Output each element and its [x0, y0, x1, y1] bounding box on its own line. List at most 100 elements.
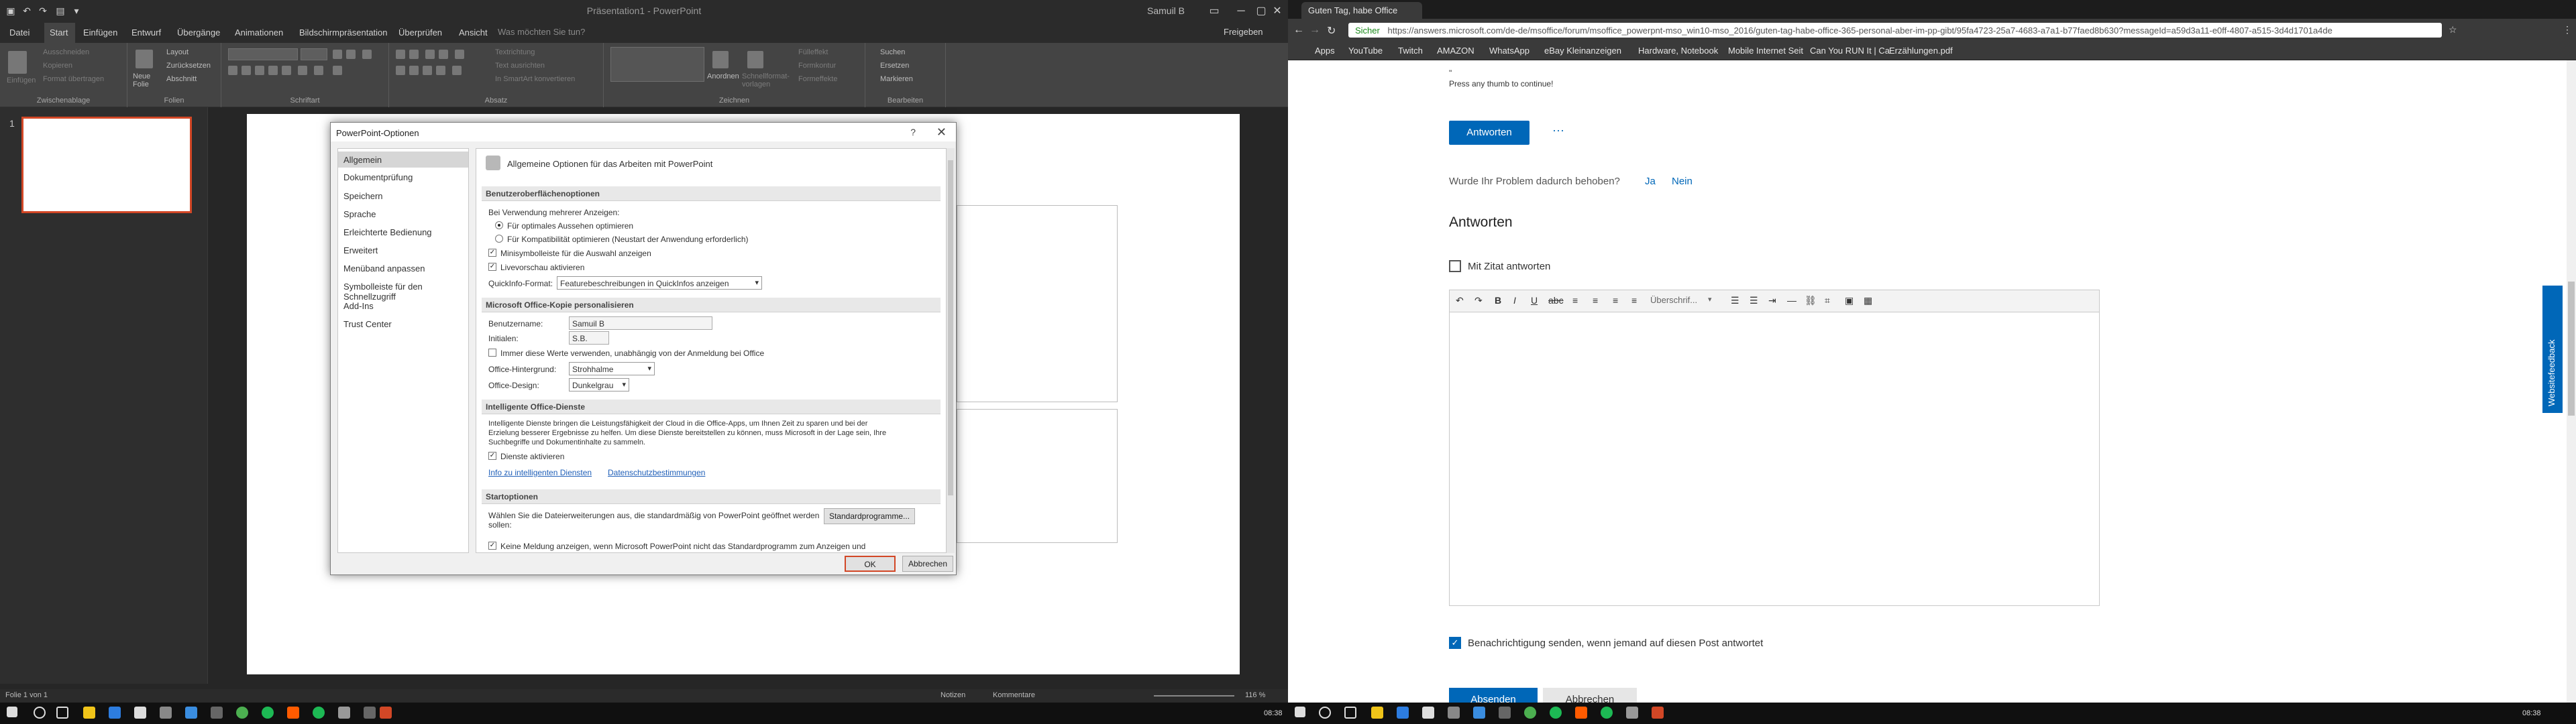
- numbering-icon[interactable]: [409, 50, 419, 59]
- nav-language[interactable]: Sprache: [338, 206, 468, 222]
- image-icon[interactable]: ▣: [1845, 295, 1854, 306]
- share-button[interactable]: Freigeben: [1224, 27, 1263, 37]
- app-icon-7[interactable]: [1448, 707, 1460, 719]
- font-size-select[interactable]: [301, 48, 327, 60]
- no-default-msg-label[interactable]: Keine Meldung anzeigen, wenn Microsoft P…: [500, 542, 865, 551]
- zoom-slider[interactable]: [1154, 695, 1234, 697]
- answer-yes-link[interactable]: Ja: [1645, 176, 1656, 187]
- justify-icon[interactable]: [436, 66, 445, 75]
- bookmark-pdf[interactable]: Erzählungen.pdf: [1889, 46, 1953, 56]
- replace-button[interactable]: Ersetzen: [880, 62, 909, 70]
- justify-icon[interactable]: ≡: [1631, 295, 1637, 306]
- align-right-icon[interactable]: ≡: [1613, 295, 1618, 306]
- always-use-label[interactable]: Immer diese Werte verwenden, unabhängig …: [500, 349, 764, 358]
- windows-start-icon[interactable]: [7, 707, 17, 717]
- nav-quick-access[interactable]: Symbolleiste für den Schnellzugriff: [338, 278, 468, 302]
- table-icon[interactable]: ▦: [1864, 295, 1872, 306]
- spotify-icon[interactable]: [262, 707, 274, 719]
- user-name[interactable]: Samuil B: [1147, 5, 1185, 16]
- nav-advanced[interactable]: Erweitert: [338, 242, 468, 258]
- task-view-icon[interactable]: [56, 707, 68, 719]
- layout-button[interactable]: Layout: [166, 48, 189, 56]
- close-icon[interactable]: ✕: [1264, 3, 1288, 20]
- firefox-icon-2[interactable]: [1575, 707, 1587, 719]
- numbered-list-icon[interactable]: ☰: [1750, 295, 1758, 306]
- bullet-list-icon[interactable]: ☰: [1731, 295, 1739, 306]
- link-icon[interactable]: ⛓: [1805, 295, 1817, 306]
- shrink-font-icon[interactable]: [346, 50, 356, 59]
- radio-optimal[interactable]: [495, 221, 503, 229]
- tab-animations[interactable]: Animationen: [235, 27, 283, 38]
- minitoolbar-label[interactable]: Minisymbolleiste für die Auswahl anzeige…: [500, 249, 651, 258]
- underline-icon[interactable]: [255, 66, 264, 75]
- shape-fill-button[interactable]: Fülleffekt: [798, 48, 828, 56]
- reload-icon[interactable]: ↻: [1327, 24, 1336, 38]
- default-programs-button[interactable]: Standardprogramme...: [824, 508, 915, 524]
- shapes-gallery[interactable]: [610, 47, 704, 82]
- windows-start-icon-2[interactable]: [1295, 707, 1305, 717]
- bold-icon[interactable]: [228, 66, 237, 75]
- shape-outline-button[interactable]: Formkontur: [798, 62, 836, 70]
- align-center-icon[interactable]: [409, 66, 419, 75]
- edge-icon[interactable]: [109, 707, 121, 719]
- app-icon-8[interactable]: [1473, 707, 1485, 719]
- tab-view[interactable]: Ansicht: [459, 27, 488, 38]
- text-direction-button[interactable]: Textrichtung: [495, 48, 535, 56]
- nav-save[interactable]: Speichern: [338, 188, 468, 204]
- notes-button[interactable]: Notizen: [941, 691, 965, 699]
- link-smart-info[interactable]: Info zu intelligenten Diensten: [488, 468, 592, 477]
- hr-icon[interactable]: ―: [1787, 295, 1796, 306]
- help-icon[interactable]: ?: [910, 127, 916, 137]
- app-icon-2[interactable]: [185, 707, 197, 719]
- new-slide-icon[interactable]: [136, 50, 153, 68]
- paste-icon[interactable]: [8, 51, 27, 74]
- bookmark-star-icon[interactable]: ☆: [2449, 24, 2457, 36]
- reply-button[interactable]: Antworten: [1449, 121, 1529, 145]
- username-field[interactable]: Samuil B: [569, 316, 712, 330]
- enable-services-label[interactable]: Dienste aktivieren: [500, 452, 564, 461]
- background-select[interactable]: Strohhalme: [569, 362, 655, 375]
- select-button[interactable]: Markieren: [880, 75, 913, 83]
- more-actions-icon[interactable]: ···: [1552, 123, 1564, 137]
- change-case-icon[interactable]: [314, 66, 323, 75]
- bookmark-hardware[interactable]: Hardware, Notebook: [1638, 46, 1718, 56]
- nav-trust-center[interactable]: Trust Center: [338, 316, 468, 332]
- radio-compat-label[interactable]: Für Kompatibilität optimieren (Neustart …: [507, 235, 749, 244]
- answer-no-link[interactable]: Nein: [1672, 176, 1693, 187]
- checkbox-always-use[interactable]: [488, 349, 496, 357]
- initials-field[interactable]: S.B.: [569, 331, 609, 345]
- ribbon-display-icon[interactable]: ▭: [1201, 3, 1228, 20]
- bookmark-canyourun[interactable]: Can You RUN It | Ca: [1810, 46, 1890, 56]
- chrome-taskbar-icon[interactable]: [236, 707, 248, 719]
- new-slide-button[interactable]: Neue Folie: [133, 72, 160, 88]
- arrange-icon[interactable]: [712, 51, 729, 68]
- line-spacing-icon[interactable]: [455, 50, 464, 59]
- find-button[interactable]: Suchen: [880, 48, 905, 56]
- align-right-icon[interactable]: [423, 66, 432, 75]
- checkbox-no-default-msg[interactable]: ✓: [488, 542, 496, 550]
- columns-icon[interactable]: [452, 66, 462, 75]
- tab-slideshow[interactable]: Bildschirmpräsentation: [299, 27, 388, 38]
- comments-button[interactable]: Kommentare: [993, 691, 1035, 699]
- nav-proofing[interactable]: Dokumentprüfung: [338, 169, 468, 185]
- chrome-menu-icon[interactable]: ⋮: [2563, 24, 2572, 36]
- store-icon[interactable]: [134, 707, 146, 719]
- bullets-icon[interactable]: [396, 50, 405, 59]
- reply-editor[interactable]: [1449, 312, 2100, 606]
- align-center-icon[interactable]: ≡: [1593, 295, 1598, 306]
- quick-styles-icon[interactable]: [747, 51, 763, 68]
- nav-general[interactable]: Allgemein: [338, 152, 468, 168]
- char-spacing-icon[interactable]: [298, 66, 307, 75]
- grow-font-icon[interactable]: [333, 50, 342, 59]
- design-select[interactable]: Dunkelgrau: [569, 378, 629, 391]
- app-icon-4[interactable]: [313, 707, 325, 719]
- format-dropdown[interactable]: Überschrif...: [1650, 295, 1697, 305]
- tab-design[interactable]: Entwurf: [131, 27, 161, 38]
- indent-icon[interactable]: ⇥: [1768, 295, 1776, 306]
- url-field[interactable]: Sicher https://answers.microsoft.com/de-…: [1348, 23, 2442, 38]
- store-icon-2[interactable]: [1422, 707, 1434, 719]
- subtitle-placeholder[interactable]: [957, 409, 1118, 543]
- shape-effects-button[interactable]: Formeffekte: [798, 75, 838, 83]
- radio-optimal-label[interactable]: Für optimales Aussehen optimieren: [507, 221, 633, 231]
- bookmark-mobile[interactable]: Mobile Internet Seit: [1728, 46, 1803, 56]
